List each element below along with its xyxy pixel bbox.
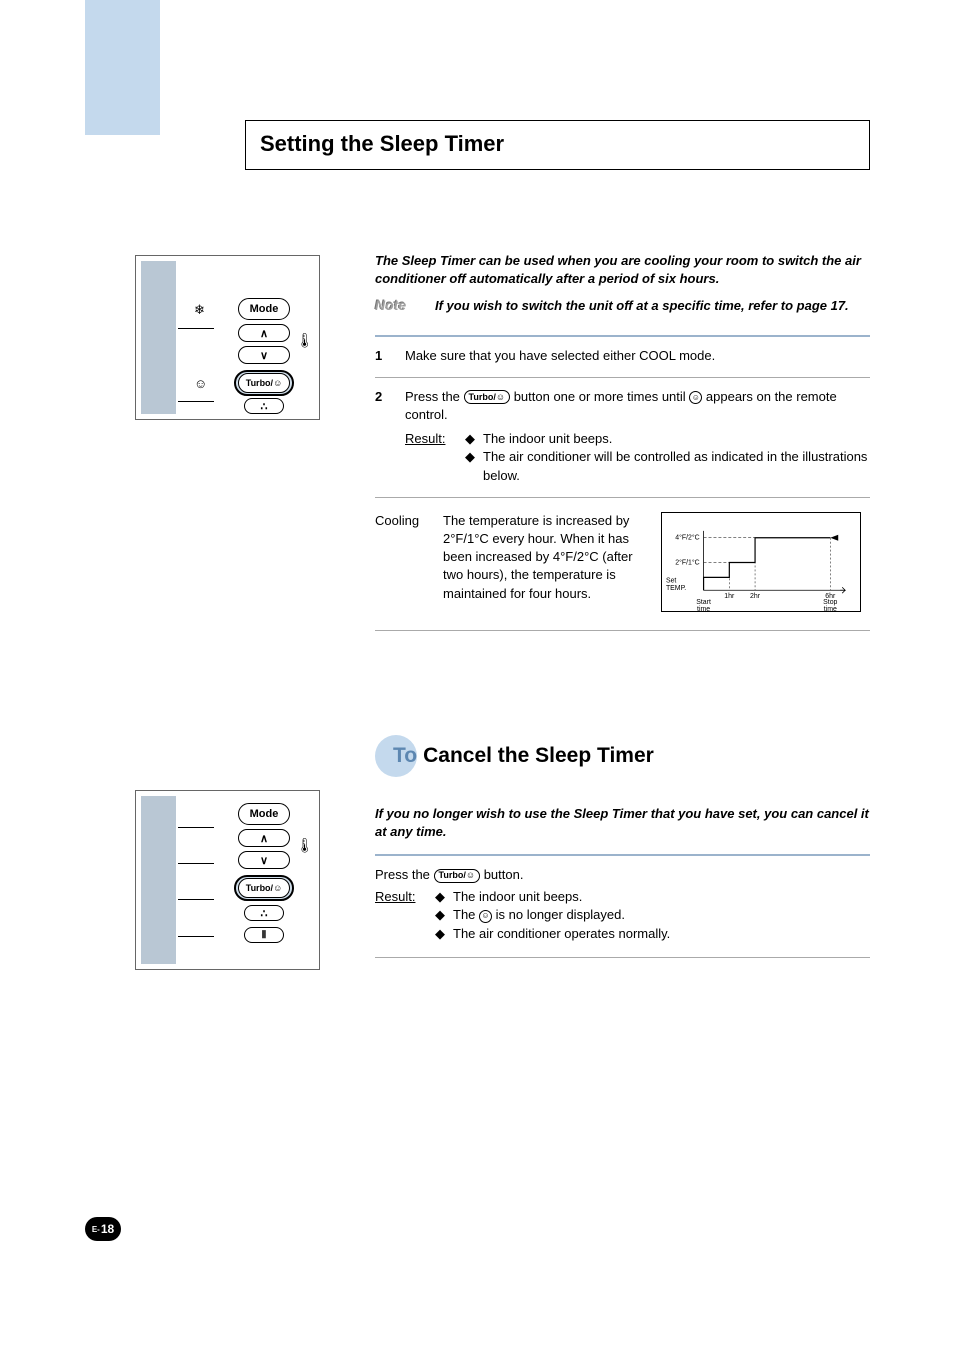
snowflake-icon: ❄	[194, 302, 205, 318]
step-text: Make sure that you have selected either …	[405, 347, 870, 365]
result-label: Result:	[375, 888, 423, 943]
cancel-step: Press the Turbo/☺ button. Result: ◆The i…	[375, 856, 870, 957]
down-button: ∨	[238, 851, 290, 869]
note-text: If you wish to switch the unit off at a …	[435, 297, 849, 315]
remote-illustration-2: Mode ∧ ∨ 🌡 Turbo/☺ ∴ ⦀	[135, 790, 320, 970]
mode-button: Mode	[238, 803, 290, 825]
turbo-sleep-inline-icon: Turbo/☺	[464, 390, 511, 404]
svg-text:2hr: 2hr	[750, 593, 761, 600]
result-row: Result: ◆The indoor unit beeps. ◆The air…	[405, 430, 870, 485]
bullet-text: The indoor unit beeps.	[483, 430, 612, 448]
bullet-text: The air conditioner will be controlled a…	[483, 448, 870, 484]
svg-text:Set: Set	[666, 577, 676, 584]
fan-button: ∴	[244, 398, 284, 414]
bullet-icon: ◆	[435, 925, 445, 943]
turbo-sleep-button: Turbo/☺	[238, 878, 290, 898]
intro-text: The Sleep Timer can be used when you are…	[375, 252, 870, 287]
cooling-chart: 4°F/2°C 2°F/1°C Set TEMP. 1hr 2hr 6hr St…	[661, 512, 861, 612]
chart-svg: 4°F/2°C 2°F/1°C Set TEMP. 1hr 2hr 6hr St…	[662, 513, 860, 612]
svg-text:TEMP.: TEMP.	[666, 585, 686, 592]
thermometer-icon: 🌡	[296, 332, 314, 349]
note-label: Note	[375, 297, 417, 315]
page-number-badge: E-18	[85, 1217, 121, 1241]
bullet-icon: ◆	[465, 430, 475, 448]
swing-button: ⦀	[244, 927, 284, 943]
cooling-description: The temperature is increased by 2°F/1°C …	[443, 512, 643, 612]
result-label: Result:	[405, 430, 453, 485]
note-row: Note If you wish to switch the unit off …	[375, 297, 870, 315]
page: Setting the Sleep Timer ❄ ☺ Mode ∧ ∨ 🌡 T…	[0, 0, 954, 1351]
svg-text:time: time	[824, 606, 837, 612]
bullet-text: The indoor unit beeps.	[453, 888, 582, 906]
step-body: Press the Turbo/☺ button one or more tim…	[405, 388, 870, 485]
bullet-icon: ◆	[435, 906, 445, 924]
step-number: 2	[375, 388, 389, 485]
cancel-intro: If you no longer wish to use the Sleep T…	[375, 805, 870, 840]
bullet-icon: ◆	[435, 888, 445, 906]
cooling-block: Cooling The temperature is increased by …	[375, 498, 870, 630]
mode-button: Mode	[238, 298, 290, 320]
bullet-list: ◆ The indoor unit beeps. ◆ The ☺ is no lon…	[435, 888, 870, 943]
divider	[375, 630, 870, 631]
cancel-heading: To Cancel the Sleep Timer	[375, 735, 654, 777]
sleep-inline-icon: ☺	[689, 391, 702, 404]
step-number: 1	[375, 347, 389, 365]
result-row: Result: ◆ The indoor unit beeps. ◆ The ☺ i…	[375, 888, 870, 943]
heading-to: To	[393, 744, 417, 768]
page-title-box: Setting the Sleep Timer	[245, 120, 870, 170]
svg-text:time: time	[697, 606, 710, 612]
decorative-band	[85, 0, 160, 135]
down-button: ∨	[238, 346, 290, 364]
sleep-inline-icon: ☺	[479, 910, 492, 923]
sleep-face-icon: ☺	[194, 376, 207, 391]
up-button: ∧	[238, 829, 290, 847]
turbo-sleep-button: Turbo/☺	[238, 373, 290, 393]
divider	[375, 957, 870, 958]
content-section-1: The Sleep Timer can be used when you are…	[375, 252, 870, 631]
svg-text:1hr: 1hr	[724, 593, 735, 600]
step-2: 2 Press the Turbo/☺ button one or more t…	[375, 378, 870, 497]
bullet-icon: ◆	[465, 448, 475, 484]
heading-rest: Cancel the Sleep Timer	[423, 744, 654, 768]
bullet-text: The air conditioner operates normally.	[453, 925, 670, 943]
svg-text:2°F/1°C: 2°F/1°C	[675, 558, 699, 566]
up-button: ∧	[238, 324, 290, 342]
content-section-2: If you no longer wish to use the Sleep T…	[375, 805, 870, 958]
cooling-label: Cooling	[375, 512, 425, 612]
remote-illustration-1: ❄ ☺ Mode ∧ ∨ 🌡 Turbo/☺ ∴	[135, 255, 320, 420]
page-title: Setting the Sleep Timer	[260, 131, 855, 157]
turbo-sleep-inline-icon: Turbo/☺	[434, 869, 481, 883]
fan-button: ∴	[244, 905, 284, 921]
bullet-text: The ☺ is no longer displayed.	[453, 906, 625, 924]
thermometer-icon: 🌡	[296, 837, 314, 854]
bullet-list: ◆The indoor unit beeps. ◆The air conditi…	[465, 430, 870, 485]
svg-text:4°F/2°C: 4°F/2°C	[675, 533, 699, 541]
step-1: 1 Make sure that you have selected eithe…	[375, 337, 870, 377]
